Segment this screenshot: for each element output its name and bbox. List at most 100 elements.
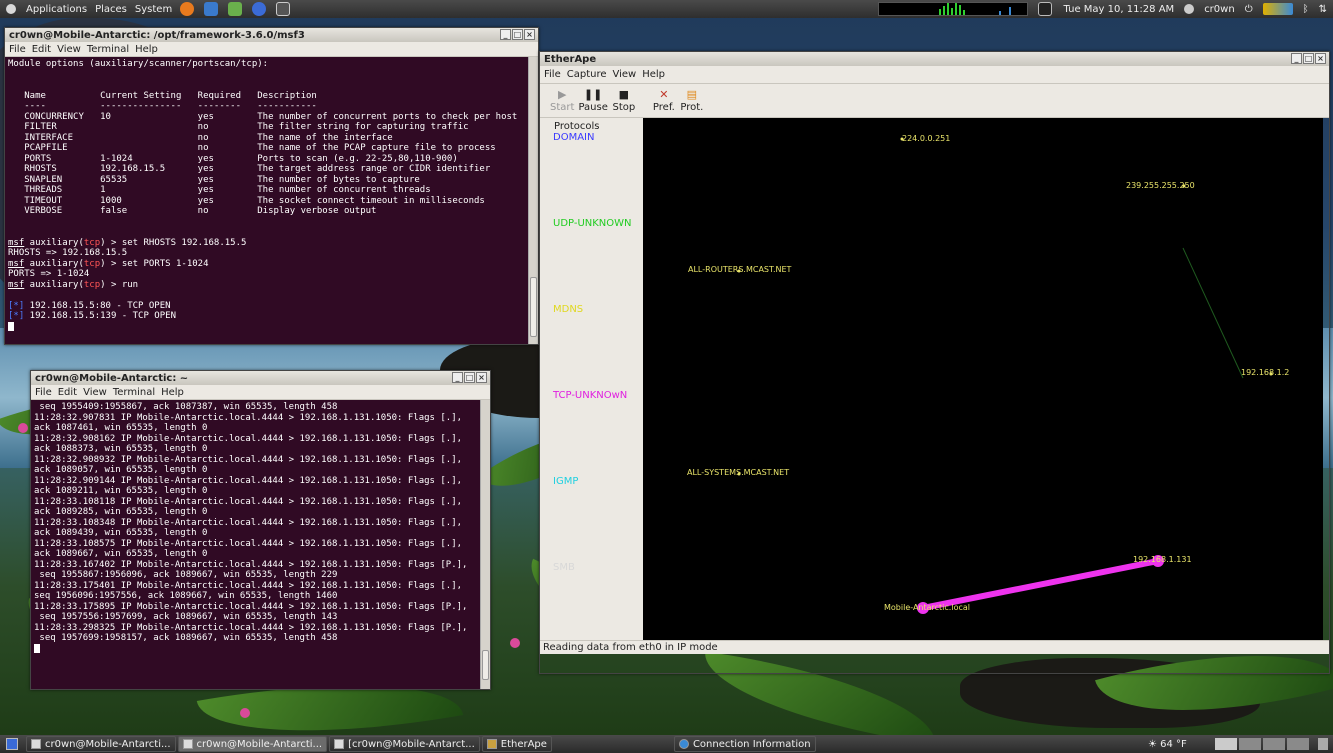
document-icon: ▤ — [686, 88, 698, 101]
firefox-launcher-icon[interactable] — [180, 2, 195, 16]
close-icon[interactable]: × — [1315, 53, 1326, 64]
taskbar-item[interactable]: Connection Information — [673, 736, 816, 752]
title-bar[interactable]: cr0wn@Mobile-Antarctic: /opt/framework-3… — [5, 28, 538, 42]
log-line: ack 1087461, win 65535, length 0 — [34, 423, 208, 433]
network-graph — [737, 137, 1273, 614]
menu-edit[interactable]: Edit — [58, 387, 77, 398]
scrollbar[interactable] — [480, 400, 490, 689]
menu-file[interactable]: File — [544, 69, 561, 80]
title-bar[interactable]: cr0wn@Mobile-Antarctic: ~ _ □ × — [31, 371, 490, 385]
menu-view[interactable]: View — [83, 387, 107, 398]
menu-terminal[interactable]: Terminal — [87, 44, 129, 55]
command-output: PORTS => 1-1024 — [8, 269, 90, 279]
log-line: ack 1088373, win 65535, length 0 — [34, 444, 208, 454]
weather-applet[interactable]: ☀ 64 °F — [1148, 739, 1187, 750]
terminal-output[interactable]: Module options (auxiliary/scanner/portsc… — [5, 57, 538, 344]
start-button[interactable]: ▶ Start — [550, 88, 574, 113]
log-line: 11:28:33.167402 IP Mobile-Antarctic.loca… — [34, 559, 468, 570]
log-line: 11:28:33.175895 IP Mobile-Antarctic.loca… — [34, 601, 468, 612]
taskbar-item[interactable]: cr0wn@Mobile-Antarcti... — [26, 736, 176, 752]
tool-launcher-icon[interactable] — [204, 2, 219, 16]
minimize-icon[interactable]: _ — [500, 29, 511, 40]
pause-button[interactable]: ❚❚ Pause — [578, 88, 607, 113]
terminal-output[interactable]: seq 1955409:1955867, ack 1087387, win 65… — [31, 400, 490, 689]
applications-menu[interactable]: Applications — [26, 4, 87, 15]
power-icon[interactable]: ⏻ — [1245, 4, 1253, 15]
menu-capture[interactable]: Capture — [567, 69, 607, 80]
log-line: seq 1957556:1957699, ack 1089667, win 65… — [34, 612, 338, 622]
network-launcher-icon[interactable] — [228, 2, 243, 16]
system-monitor-graph[interactable] — [877, 2, 1028, 16]
table-row: TIMEOUT 1000 yes The socket connect time… — [8, 195, 485, 206]
display-icon[interactable] — [1037, 2, 1052, 16]
user-name[interactable]: cr0wn — [1204, 4, 1235, 15]
network-graph-canvas[interactable]: 224.0.0.251 239.255.255.250 ALL-ROUTERS.… — [643, 118, 1323, 640]
help-launcher-icon[interactable] — [252, 2, 267, 16]
menu-bar: File Capture View Help — [540, 66, 1329, 84]
network-icon[interactable]: ⇅ — [1319, 4, 1327, 15]
log-line: ack 1089211, win 65535, length 0 — [34, 486, 208, 496]
menu-file[interactable]: File — [35, 387, 52, 398]
panel-menus: Applications Places System — [0, 2, 292, 16]
protocols-button[interactable]: ▤ Prot. — [680, 88, 704, 113]
close-icon[interactable]: × — [524, 29, 535, 40]
status-bar: Reading data from eth0 in IP mode — [540, 640, 1329, 654]
menu-help[interactable]: Help — [642, 69, 665, 80]
table-row: SNAPLEN 65535 yes The number of bytes to… — [8, 174, 420, 185]
maximize-icon[interactable]: □ — [512, 29, 523, 40]
minimize-icon[interactable]: _ — [452, 372, 463, 383]
etherape-main: Protocols DOMAIN UDP-UNKNOWN MDNS TCP-UN… — [540, 118, 1329, 640]
close-icon[interactable]: × — [476, 372, 487, 383]
node-label-all-systems[interactable]: ALL-SYSTEMS.MCAST.NET — [687, 468, 789, 477]
menu-edit[interactable]: Edit — [32, 44, 51, 55]
etherape-window[interactable]: EtherApe _ □ × File Capture View Help ▶ S… — [539, 51, 1330, 674]
taskbar-item[interactable]: cr0wn@Mobile-Antarcti... — [177, 736, 328, 752]
maximize-icon[interactable]: □ — [464, 372, 475, 383]
system-menu[interactable]: System — [135, 4, 172, 15]
log-line: ack 1089285, win 65535, length 0 — [34, 507, 208, 517]
clock[interactable]: Tue May 10, 11:28 AM — [1064, 4, 1175, 15]
node-label-mobile-antarctic[interactable]: Mobile-Antarctic.local — [884, 603, 970, 612]
node-label-224[interactable]: 224.0.0.251 — [902, 134, 950, 143]
terminal-window-tcpdump[interactable]: cr0wn@Mobile-Antarctic: ~ _ □ × File Edi… — [30, 370, 491, 690]
trash-icon[interactable] — [1318, 738, 1328, 750]
menu-help[interactable]: Help — [161, 387, 184, 398]
title-bar[interactable]: EtherApe _ □ × — [540, 52, 1329, 66]
taskbar-item[interactable]: [cr0wn@Mobile-Antarct... — [329, 736, 480, 752]
stop-button[interactable]: ■ Stop — [612, 88, 636, 113]
terminal-icon — [182, 739, 193, 749]
menu-view[interactable]: View — [613, 69, 637, 80]
node-label-192-168-1-131[interactable]: 192.168.1.131 — [1133, 555, 1192, 564]
bluetooth-icon[interactable]: ᛒ — [1303, 4, 1309, 15]
tray-icon[interactable] — [1262, 3, 1293, 15]
node-label-239[interactable]: 239.255.255.250 — [1126, 181, 1195, 190]
log-line: 11:28:33.175401 IP Mobile-Antarctic.loca… — [34, 580, 463, 591]
menu-help[interactable]: Help — [135, 44, 158, 55]
maximize-icon[interactable]: □ — [1303, 53, 1314, 64]
taskbar-item[interactable]: EtherApe — [481, 736, 552, 752]
show-desktop-icon[interactable] — [6, 738, 18, 750]
terminal-window-msf[interactable]: cr0wn@Mobile-Antarctic: /opt/framework-3… — [4, 27, 539, 345]
workspace-switcher[interactable] — [1215, 738, 1309, 750]
scrollbar[interactable] — [528, 57, 538, 344]
window-title: cr0wn@Mobile-Antarctic: ~ — [35, 372, 189, 384]
table-row: RHOSTS 192.168.15.5 yes The target addre… — [8, 164, 491, 174]
protocol-tcp-unknown: TCP-UNKNOwN — [553, 390, 628, 401]
play-icon: ▶ — [557, 88, 567, 101]
menu-view[interactable]: View — [57, 44, 81, 55]
menu-terminal[interactable]: Terminal — [113, 387, 155, 398]
menu-bar: File Edit View Terminal Help — [31, 385, 490, 400]
node-label-all-routers[interactable]: ALL-ROUTERS.MCAST.NET — [688, 265, 791, 274]
places-menu[interactable]: Places — [95, 4, 127, 15]
table-divider: ---- --------------- -------- ----------… — [8, 101, 317, 111]
table-header: Name Current Setting Required Descriptio… — [8, 90, 317, 101]
menu-file[interactable]: File — [9, 44, 26, 55]
minimize-icon[interactable]: _ — [1291, 53, 1302, 64]
preferences-button[interactable]: ✕ Pref. — [652, 88, 676, 113]
window-title: EtherApe — [544, 53, 597, 65]
node-label-192-168-1-2[interactable]: 192.168.1.2 — [1241, 368, 1289, 377]
screen-launcher-icon[interactable] — [276, 2, 291, 16]
table-row: PCAPFILE no The name of the PCAP capture… — [8, 143, 496, 153]
weather-icon: ☀ — [1148, 738, 1157, 750]
